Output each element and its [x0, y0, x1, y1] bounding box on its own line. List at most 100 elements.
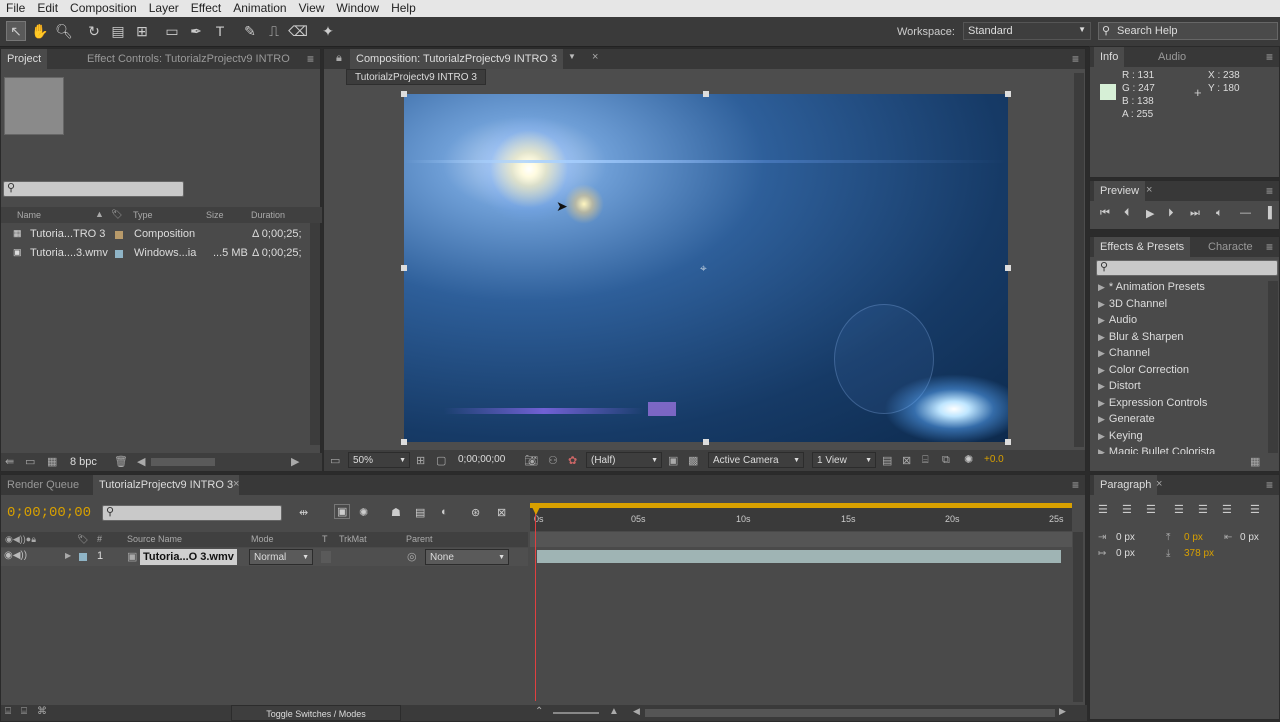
- timeline-icon[interactable]: ⌸: [922, 454, 929, 467]
- space-before-value[interactable]: 0 px: [1184, 532, 1203, 543]
- tab-character[interactable]: Characte: [1202, 237, 1259, 257]
- transform-handle[interactable]: [401, 265, 407, 271]
- ram-preview-icon[interactable]: ▐: [1264, 207, 1272, 219]
- workspace-select[interactable]: Standard ▼: [963, 22, 1091, 40]
- close-icon[interactable]: ×: [233, 478, 239, 490]
- hand-tool-icon[interactable]: ✋: [30, 21, 50, 41]
- exposure-icon[interactable]: ✺: [964, 453, 973, 466]
- toggle-pixel-aspect-icon[interactable]: ▤: [882, 454, 892, 467]
- graph-editor-icon[interactable]: ⊠: [497, 506, 506, 519]
- rotate-tool-icon[interactable]: ↻: [84, 21, 104, 41]
- tab-preview[interactable]: Preview: [1094, 181, 1146, 201]
- panel-menu-icon[interactable]: ≡: [1072, 52, 1079, 66]
- chevron-down-icon[interactable]: ▼: [568, 52, 576, 61]
- lock-icon[interactable]: 🔒︎: [336, 52, 342, 65]
- project-search-input[interactable]: ⚲: [3, 181, 184, 197]
- always-preview-icon[interactable]: ▭: [330, 454, 340, 467]
- column-name[interactable]: Name: [17, 210, 41, 220]
- align-right-icon[interactable]: ☰: [1146, 503, 1156, 516]
- justify-last-right-icon[interactable]: ☰: [1222, 503, 1232, 516]
- effect-category-blur-sharpen[interactable]: ▶ Blur & Sharpen: [1098, 331, 1184, 343]
- menu-effect[interactable]: Effect: [185, 0, 227, 17]
- tab-effect-controls[interactable]: Effect Controls: TutorialzProjectv9 INTR…: [81, 49, 296, 69]
- new-folder-icon[interactable]: ▭: [25, 455, 35, 468]
- draft-3d-icon[interactable]: ✺: [359, 506, 368, 519]
- composition-vscroll[interactable]: [1074, 73, 1084, 447]
- loop-icon[interactable]: —: [1240, 207, 1251, 219]
- column-duration[interactable]: Duration: [251, 210, 285, 220]
- selection-tool-icon[interactable]: ↖: [6, 21, 26, 41]
- column-trkmat[interactable]: TrkMat: [339, 534, 367, 544]
- pen-tool-icon[interactable]: ✒: [186, 21, 206, 41]
- menu-help[interactable]: Help: [385, 0, 422, 17]
- camera-tool-icon[interactable]: ▤: [108, 21, 128, 41]
- toggle-switches-modes-button[interactable]: Toggle Switches / Modes: [231, 705, 401, 721]
- new-composition-icon[interactable]: ▦: [47, 455, 57, 468]
- column-size[interactable]: Size: [206, 210, 224, 220]
- indent-right-value[interactable]: 0 px: [1240, 532, 1259, 543]
- effects-search-input[interactable]: ⚲: [1096, 260, 1278, 276]
- first-line-indent-value[interactable]: 0 px: [1116, 548, 1135, 559]
- menu-composition[interactable]: Composition: [64, 0, 143, 17]
- timeline-hscroll-thumb[interactable]: [645, 709, 1055, 717]
- tab-info[interactable]: Info: [1094, 47, 1125, 67]
- search-help-input[interactable]: ⚲ Search Help: [1098, 22, 1278, 40]
- panel-menu-icon[interactable]: ≡: [1266, 184, 1273, 198]
- project-item-row[interactable]: ▦ Tutoria...TRO 3 Composition Δ 0;00;25;: [1, 225, 309, 244]
- clone-stamp-tool-icon[interactable]: ⎍: [264, 21, 284, 41]
- work-area-bar[interactable]: [530, 503, 1072, 508]
- project-item-row[interactable]: ▣ Tutoria....3.wmv Windows...ia ...5 MB …: [1, 244, 309, 263]
- timeline-search-input[interactable]: ⚲: [102, 505, 282, 521]
- effect-category-audio[interactable]: ▶ Audio: [1098, 314, 1137, 326]
- zoom-slider[interactable]: [553, 712, 599, 714]
- transform-handle[interactable]: [1005, 91, 1011, 97]
- audio-icon[interactable]: 🔈︎: [1216, 207, 1223, 220]
- scroll-right-icon[interactable]: ▶: [1059, 706, 1066, 717]
- project-hscroll-thumb[interactable]: [151, 458, 215, 466]
- previous-frame-icon[interactable]: ⏴: [1124, 207, 1130, 220]
- effect-category-expression-controls[interactable]: ▶ Expression Controls: [1098, 397, 1207, 409]
- camera-view-select[interactable]: Active Camera ▼: [708, 452, 804, 468]
- tab-project[interactable]: Project: [1, 49, 48, 69]
- interpret-footage-icon[interactable]: ⇚: [5, 455, 14, 468]
- transform-handle[interactable]: [1005, 439, 1011, 445]
- close-icon[interactable]: ×: [1146, 184, 1152, 196]
- align-center-icon[interactable]: ☰: [1122, 503, 1132, 516]
- tab-composition[interactable]: Composition: TutorialzProjectv9 INTRO 3: [350, 49, 564, 69]
- tab-paragraph[interactable]: Paragraph: [1094, 475, 1158, 495]
- panel-menu-icon[interactable]: ≡: [1072, 478, 1079, 492]
- channel-rgb-icon[interactable]: ✿: [568, 454, 577, 467]
- menu-layer[interactable]: Layer: [143, 0, 185, 17]
- rectangle-tool-icon[interactable]: ▭: [162, 21, 182, 41]
- transform-handle[interactable]: [703, 91, 709, 97]
- menu-view[interactable]: View: [293, 0, 331, 17]
- hide-shy-layers-icon[interactable]: ☗: [391, 506, 401, 519]
- pick-whip-icon[interactable]: ◎: [407, 550, 417, 563]
- safe-margins-icon[interactable]: ⊞: [416, 454, 425, 467]
- effect-category-magic-bullet-colorista[interactable]: ▶ Magic Bullet Colorista: [1098, 446, 1215, 454]
- column-source-name[interactable]: Source Name: [127, 534, 182, 544]
- pan-behind-tool-icon[interactable]: ⊞: [132, 21, 152, 41]
- current-time-indicator[interactable]: [535, 511, 536, 701]
- timeline-vscroll[interactable]: [1073, 532, 1083, 702]
- panel-menu-icon[interactable]: ≡: [1266, 478, 1273, 492]
- next-frame-icon[interactable]: ⏵: [1168, 207, 1174, 220]
- region-of-interest-icon[interactable]: ▣: [668, 454, 678, 467]
- transparency-grid-icon[interactable]: ▩: [688, 454, 698, 467]
- zoom-tool-icon[interactable]: 🔍︎: [54, 21, 74, 41]
- panel-menu-icon[interactable]: ≡: [1266, 50, 1273, 64]
- column-parent[interactable]: Parent: [406, 534, 433, 544]
- align-left-icon[interactable]: ☰: [1098, 503, 1108, 516]
- bit-depth-button[interactable]: 8 bpc: [70, 456, 97, 468]
- layer-visibility-icon[interactable]: ◉◀)): [4, 550, 27, 561]
- zoom-in-icon[interactable]: ▲: [609, 706, 619, 717]
- first-frame-icon[interactable]: ⏮: [1100, 207, 1110, 220]
- motion-blur-icon[interactable]: ◐: [441, 506, 448, 518]
- indent-left-value[interactable]: 0 px: [1116, 532, 1135, 543]
- time-ruler[interactable]: 0s 05s 10s 15s 20s 25s: [530, 503, 1072, 531]
- close-icon[interactable]: ×: [592, 51, 598, 63]
- scroll-left-icon[interactable]: ◀: [633, 706, 640, 717]
- tab-render-queue[interactable]: Render Queue: [1, 475, 85, 495]
- expand-modes-icon[interactable]: ⌸: [21, 706, 27, 717]
- tab-timeline-comp[interactable]: TutorialzProjectv9 INTRO 3: [93, 475, 240, 495]
